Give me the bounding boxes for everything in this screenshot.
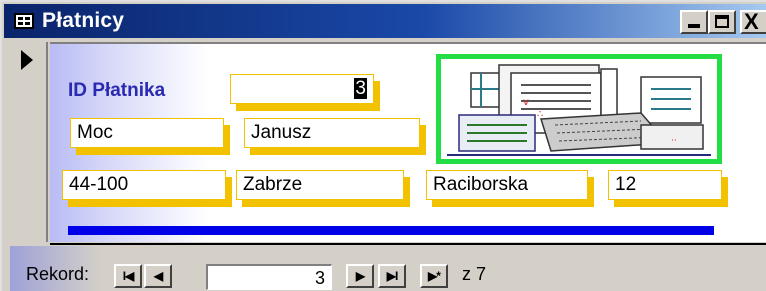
record-label: Rekord: (26, 264, 90, 284)
svg-text:v: v (523, 97, 529, 108)
house-number-field[interactable]: 12 (608, 170, 722, 200)
maximize-icon (715, 15, 729, 28)
maximize-button[interactable] (708, 10, 736, 34)
next-record-icon: ▶ (355, 269, 365, 283)
previous-record-button[interactable]: ◀ (144, 264, 172, 288)
id-payer-field[interactable]: 3 (230, 74, 374, 104)
next-record-button[interactable]: ▶ (346, 264, 374, 288)
form-divider (50, 243, 766, 245)
svg-text:··: ·· (671, 136, 677, 146)
id-payer-value: 3 (354, 78, 367, 99)
new-record-icon: ▶* (428, 269, 441, 283)
close-icon: X (744, 9, 759, 34)
window-title: Płatnicy (42, 9, 125, 32)
first-record-icon: I◀ (122, 269, 135, 283)
minimize-icon (688, 24, 700, 28)
last-record-button[interactable]: ▶I (378, 264, 406, 288)
documents-illustration-icon: v ∴ ·· (447, 64, 711, 156)
first-name-field[interactable]: Janusz (244, 118, 420, 148)
previous-record-icon: ◀ (153, 269, 163, 283)
form-window: Płatnicy X ID Płatnika 3 Moc Janusz 44-1… (0, 0, 766, 291)
close-button[interactable]: X (740, 9, 766, 34)
record-selector[interactable] (10, 42, 48, 242)
current-record-arrow-icon (21, 50, 33, 70)
postal-code-field[interactable]: 44-100 (62, 170, 226, 200)
first-record-button[interactable]: I◀ (114, 264, 142, 288)
city-field[interactable]: Zabrze (236, 170, 404, 200)
id-payer-label: ID Płatnika (68, 80, 166, 101)
last-record-icon: ▶I (386, 269, 399, 283)
new-record-button[interactable]: ▶* (420, 264, 448, 288)
minimize-button[interactable] (680, 10, 708, 34)
form-image: v ∴ ·· (436, 54, 722, 164)
record-count: z 7 (462, 264, 487, 284)
last-name-field[interactable]: Moc (70, 118, 224, 148)
title-bar[interactable]: Płatnicy X (4, 4, 766, 38)
decorative-blue-bar (68, 226, 714, 235)
current-record-input[interactable]: 3 (206, 264, 332, 290)
form-icon (14, 13, 34, 29)
street-field[interactable]: Raciborska (426, 170, 588, 200)
